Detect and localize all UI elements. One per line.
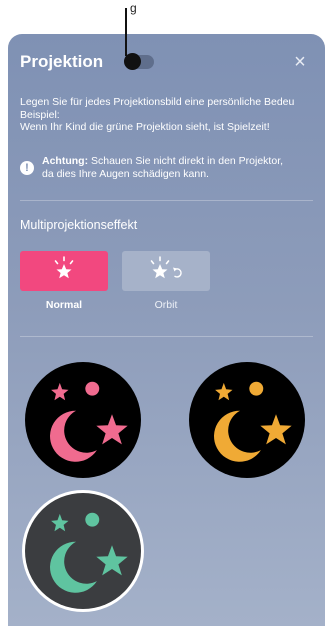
- warning-line2: da dies Ihre Augen schädigen kann.: [42, 168, 209, 180]
- panel-title: Projektion: [20, 52, 104, 71]
- close-icon: ×: [294, 51, 306, 73]
- description: Legen Sie für jedes Projektionsbild eine…: [20, 96, 320, 134]
- warning-line1: Schauen Sie nicht direkt in den Projekto…: [88, 155, 284, 167]
- effect-label-orbit: Orbit: [154, 299, 178, 311]
- moon-stars-green-icon: [50, 512, 128, 593]
- top-fragment-label: g: [130, 1, 137, 15]
- projection-toggle[interactable]: [124, 53, 154, 70]
- description-line: Legen Sie für jedes Projektionsbild eine…: [20, 96, 295, 108]
- close-button[interactable]: ×: [291, 51, 309, 73]
- sparkle-star-icon: [54, 256, 74, 279]
- effect-button-normal[interactable]: [20, 251, 108, 291]
- divider: [20, 336, 313, 337]
- section-title: Multiprojektionseffekt: [20, 218, 138, 232]
- moon-stars-pink-icon: [50, 381, 128, 462]
- exclamation-icon: !: [20, 161, 34, 175]
- panel-header: Projektion ×: [20, 52, 313, 76]
- warning-bold: Achtung:: [42, 155, 89, 167]
- effect-button-orbit[interactable]: [122, 251, 210, 291]
- warning-text: Achtung: Schauen Sie nicht direkt in den…: [42, 155, 317, 181]
- projection-orange[interactable]: [189, 362, 305, 478]
- projection-pink[interactable]: [25, 362, 141, 478]
- pointer-line: [125, 8, 127, 56]
- toggle-knob[interactable]: [124, 53, 141, 70]
- description-line: Beispiel:: [20, 108, 60, 121]
- effect-label-normal: Normal: [45, 299, 83, 311]
- divider: [20, 200, 313, 201]
- projection-green[interactable]: [25, 493, 141, 609]
- projection-panel: Projektion × Legen Sie für jedes Projekt…: [8, 34, 325, 626]
- sparkle-star-rotate-icon: [150, 256, 182, 279]
- description-line: Wenn Ihr Kind die grüne Projektion sieht…: [20, 121, 270, 133]
- moon-stars-orange-icon: [214, 381, 292, 462]
